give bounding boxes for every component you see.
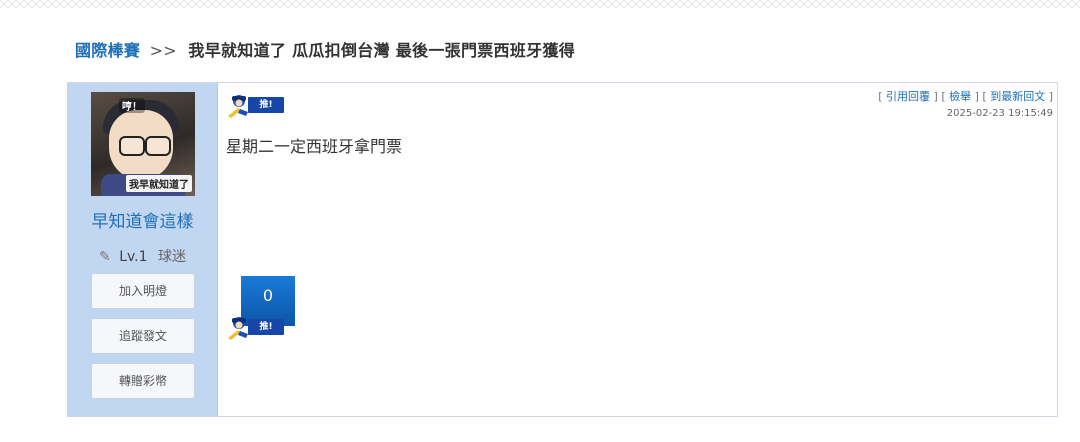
post-container: 哼！ 我早就知道了 早知道會這樣 ✎ Lv.1 球迷 加入明燈 追蹤發文 轉贈彩… <box>67 82 1058 417</box>
level-rank: 球迷 <box>158 249 186 265</box>
avatar-bubble-text: 哼！ <box>119 98 145 113</box>
avatar-glasses-right <box>145 136 171 156</box>
author-username[interactable]: 早知道會這樣 <box>68 207 217 232</box>
push-button-top[interactable]: 推! <box>226 92 292 118</box>
push-button-bottom[interactable]: 推! <box>226 314 292 340</box>
push-tag: 推! <box>248 319 284 335</box>
avatar-caption: 我早就知道了 <box>126 175 192 192</box>
pencil-icon: ✎ <box>99 249 111 265</box>
breadcrumb-separator: >> <box>149 41 178 60</box>
post-timestamp: 2025-02-23 19:15:49 <box>946 108 1053 119</box>
post-content: 星期二一定西班牙拿門票 <box>226 137 403 156</box>
report-link[interactable]: 檢舉 <box>949 90 971 103</box>
follow-posts-button[interactable]: 追蹤發文 <box>91 318 195 354</box>
post-actions: [ 引用回覆 ] [ 檢舉 ] [ 到最新回文 ] <box>878 90 1053 103</box>
gift-coins-button[interactable]: 轉贈彩幣 <box>91 363 195 399</box>
breadcrumb: 國際棒賽 >> 我早就知道了 瓜瓜扣倒台灣 最後一張門票西班牙獲得 <box>75 37 575 61</box>
push-tag: 推! <box>248 97 284 113</box>
avatar[interactable]: 哼！ 我早就知道了 <box>91 92 195 196</box>
author-level: ✎ Lv.1 球迷 <box>68 246 217 266</box>
breadcrumb-category-link[interactable]: 國際棒賽 <box>75 41 140 60</box>
top-decorative-border <box>0 0 1080 8</box>
latest-reply-link[interactable]: 到最新回文 <box>990 90 1045 103</box>
add-beacon-button[interactable]: 加入明燈 <box>91 273 195 309</box>
quote-reply-link[interactable]: 引用回覆 <box>886 90 930 103</box>
avatar-glasses-left <box>119 136 145 156</box>
thread-title: 我早就知道了 瓜瓜扣倒台灣 最後一張門票西班牙獲得 <box>188 41 576 60</box>
level-value: Lv.1 <box>119 249 148 265</box>
author-sidebar: 哼！ 我早就知道了 早知道會這樣 ✎ Lv.1 球迷 加入明燈 追蹤發文 轉贈彩… <box>68 83 218 416</box>
